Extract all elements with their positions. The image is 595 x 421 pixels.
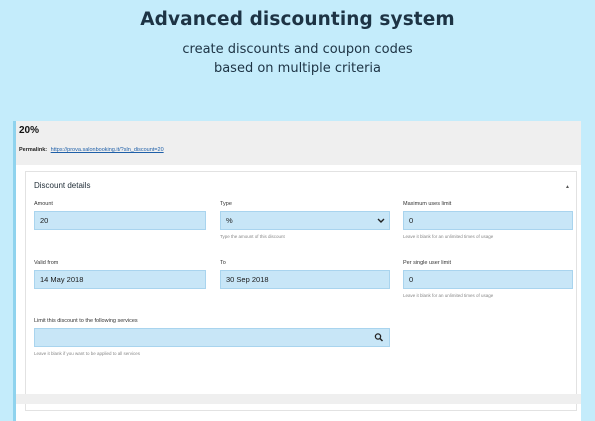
hero-subtitle-line-1: create discounts and coupon codes <box>182 42 413 57</box>
discount-details-title: Discount details <box>34 181 91 190</box>
permalink-link[interactable]: https://prova.salonbooking.it/?sln_disco… <box>51 147 164 153</box>
chevron-down-icon <box>377 212 385 235</box>
discount-details-box: Discount details ▲ Amount 20 Type % Type… <box>25 171 577 411</box>
hero-title: Advanced discounting system <box>140 9 455 30</box>
amount-value: 20 <box>40 216 49 225</box>
services-input[interactable] <box>34 328 390 347</box>
to-input[interactable]: 30 Sep 2018 <box>220 270 390 289</box>
valid-from-label: Valid from <box>34 260 59 266</box>
hero-subtitle: create discounts and coupon codes based … <box>0 40 595 78</box>
to-value: 30 Sep 2018 <box>226 275 269 284</box>
services-label: Limit this discount to the following ser… <box>34 318 138 324</box>
type-select[interactable]: % <box>220 211 390 230</box>
to-label: To <box>220 260 226 266</box>
valid-from-value: 14 May 2018 <box>40 275 84 284</box>
max-uses-label: Maximum uses limit <box>403 201 452 207</box>
amount-input[interactable]: 20 <box>34 211 206 230</box>
per-user-label: Per single user limit <box>403 260 451 266</box>
type-label: Type <box>220 201 232 207</box>
edit-discount-panel: 20% Permalink: https://prova.salonbookin… <box>13 121 581 421</box>
search-icon[interactable] <box>374 329 384 346</box>
services-help: Leave it blank if you want to be applied… <box>34 351 141 356</box>
permalink-label: Permalink: <box>19 147 48 153</box>
type-help: Type the amount of this discount <box>220 234 285 239</box>
valid-from-input[interactable]: 14 May 2018 <box>34 270 206 289</box>
per-user-help: Leave it blank for an unlimited times of… <box>403 293 494 298</box>
per-user-input[interactable]: 0 <box>403 270 573 289</box>
max-uses-input[interactable]: 0 <box>403 211 573 230</box>
post-title[interactable]: 20% <box>19 125 39 136</box>
caret-up-icon[interactable]: ▲ <box>565 184 570 190</box>
post-header: 20% Permalink: https://prova.salonbookin… <box>16 121 581 165</box>
amount-label: Amount <box>34 201 53 207</box>
panel-footer-bar <box>16 394 581 404</box>
permalink: Permalink: https://prova.salonbooking.it… <box>19 147 164 153</box>
max-uses-help: Leave it blank for an unlimited times of… <box>403 234 494 239</box>
max-uses-value: 0 <box>409 216 414 225</box>
per-user-value: 0 <box>409 275 414 284</box>
hero-subtitle-line-2: based on multiple criteria <box>213 61 382 76</box>
type-value: % <box>226 216 233 225</box>
